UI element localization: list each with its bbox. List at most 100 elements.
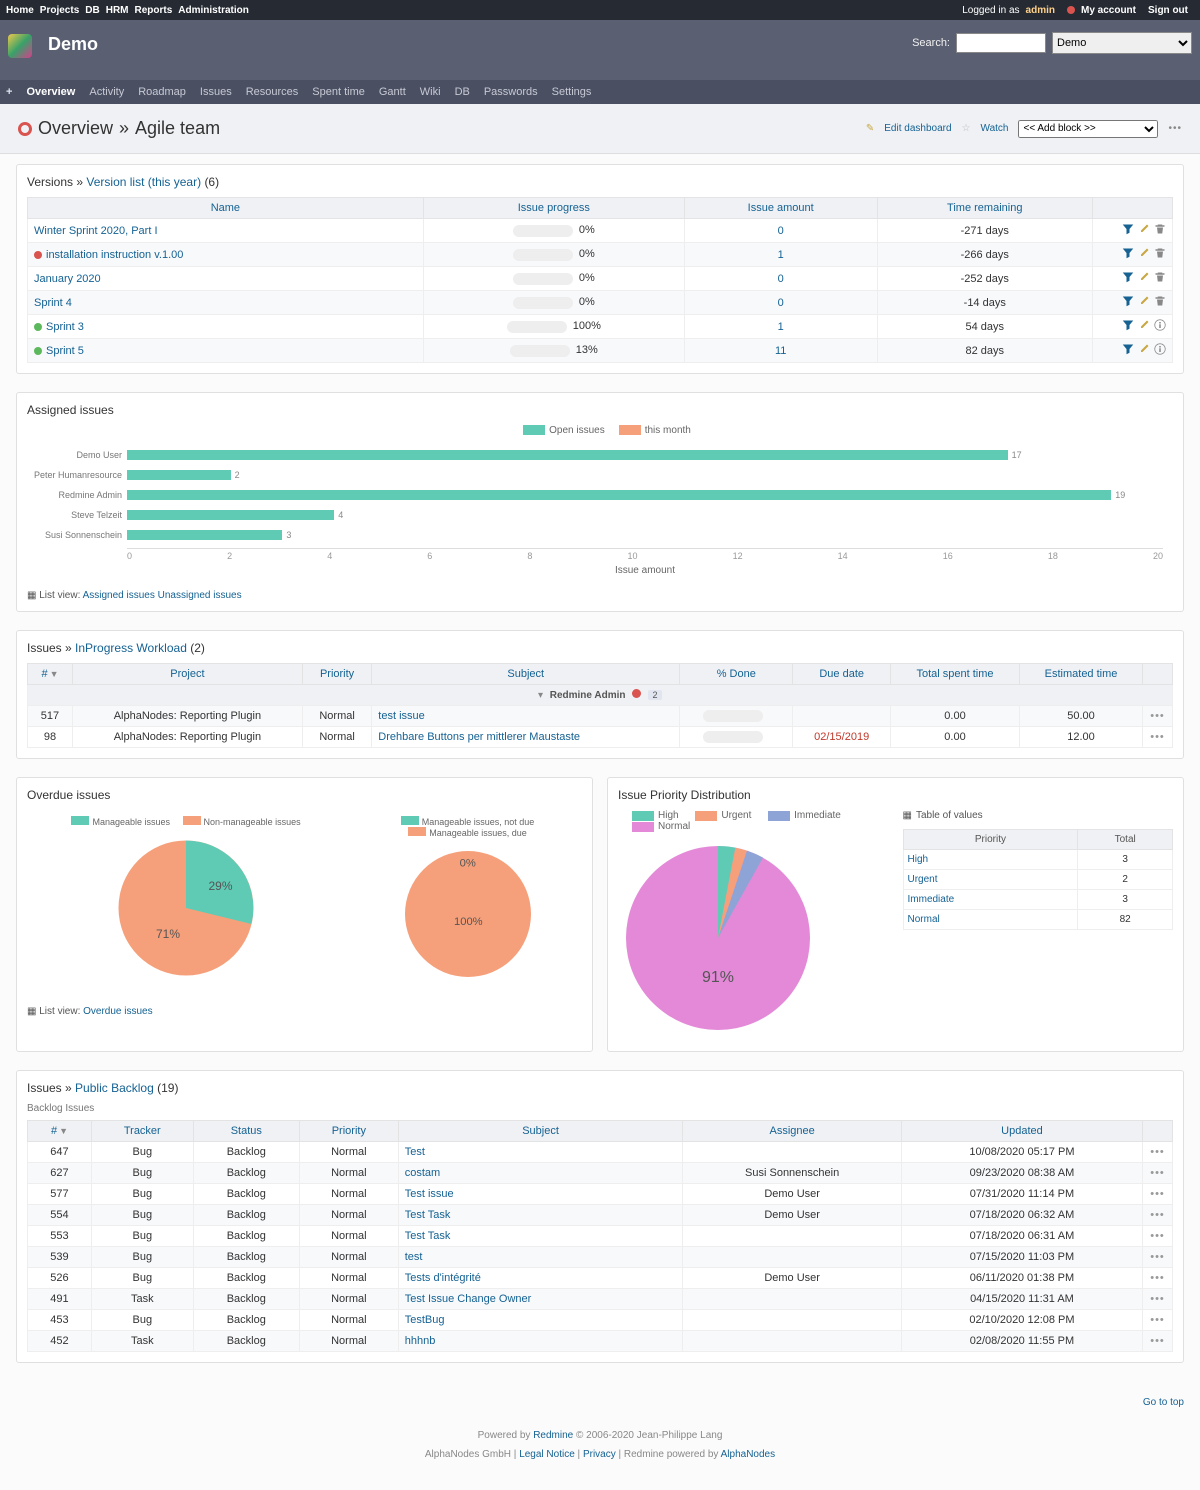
edit-icon[interactable] (1138, 223, 1150, 238)
edit-icon[interactable] (1138, 247, 1150, 262)
col-updated[interactable]: Updated (901, 1121, 1142, 1142)
add-block-select[interactable]: << Add block >> (1018, 120, 1158, 138)
filter-icon[interactable] (1122, 295, 1134, 310)
edit-icon[interactable] (1138, 343, 1150, 358)
overdue-issues-link[interactable]: Overdue issues (83, 1006, 152, 1017)
legal-notice-link[interactable]: Legal Notice (519, 1449, 575, 1460)
sign-out-link[interactable]: Sign out (1148, 5, 1188, 16)
filter-icon[interactable] (1122, 343, 1134, 358)
col--[interactable]: #▼ (28, 1121, 92, 1142)
remove-icon[interactable] (632, 689, 641, 698)
search-input[interactable] (956, 33, 1046, 53)
backlog-link[interactable]: Public Backlog (75, 1081, 154, 1095)
issue-subject-link[interactable]: Tests d'intégrité (405, 1272, 481, 1284)
info-icon[interactable] (1154, 319, 1166, 334)
workload-link[interactable]: InProgress Workload (75, 641, 187, 655)
priority-link[interactable]: High (908, 854, 929, 865)
filter-icon[interactable] (1122, 271, 1134, 286)
col-priority[interactable]: Priority (903, 830, 1078, 850)
issue-subject-link[interactable]: TestBug (405, 1314, 445, 1326)
issue-amount-link[interactable]: 0 (778, 225, 784, 237)
mainmenu-gantt[interactable]: Gantt (379, 86, 406, 98)
topmenu-reports[interactable]: Reports (135, 5, 173, 16)
row-actions-icon[interactable]: ••• (1143, 727, 1173, 748)
issue-subject-link[interactable]: Drehbare Buttons per mittlerer Maustaste (378, 731, 580, 743)
issue-subject-link[interactable]: costam (405, 1167, 440, 1179)
col-assignee[interactable]: Assignee (683, 1121, 902, 1142)
mainmenu-issues[interactable]: Issues (200, 86, 232, 98)
issue-subject-link[interactable]: Test (405, 1146, 425, 1158)
issue-amount-link[interactable]: 0 (778, 273, 784, 285)
col-issue progress[interactable]: Issue progress (423, 198, 684, 219)
version-link[interactable]: Sprint 3 (46, 321, 84, 333)
mainmenu-wiki[interactable]: Wiki (420, 86, 441, 98)
filter-icon[interactable] (1122, 247, 1134, 262)
mainmenu-passwords[interactable]: Passwords (484, 86, 538, 98)
delete-icon[interactable] (1154, 271, 1166, 286)
project-jump-select[interactable]: Demo (1052, 32, 1192, 54)
row-actions-icon[interactable]: ••• (1143, 1331, 1173, 1352)
version-link[interactable]: Sprint 4 (34, 297, 72, 309)
filter-icon[interactable] (1122, 319, 1134, 334)
col-total[interactable]: Total (1078, 830, 1173, 850)
listview-link[interactable]: Assigned issues (83, 590, 155, 601)
row-actions-icon[interactable]: ••• (1143, 1289, 1173, 1310)
mainmenu-roadmap[interactable]: Roadmap (138, 86, 186, 98)
priority-link[interactable]: Immediate (908, 894, 955, 905)
watch-link[interactable]: Watch (981, 123, 1009, 134)
col-issue amount[interactable]: Issue amount (684, 198, 877, 219)
issue-subject-link[interactable]: test issue (378, 710, 424, 722)
version-link[interactable]: Winter Sprint 2020, Part I (34, 225, 158, 237)
edit-icon[interactable] (1138, 271, 1150, 286)
more-actions-icon[interactable]: ••• (1168, 123, 1182, 134)
filter-icon[interactable] (1122, 223, 1134, 238)
col-project[interactable]: Project (72, 664, 302, 685)
col-due-date[interactable]: Due date (793, 664, 891, 685)
col-priority[interactable]: Priority (299, 1121, 398, 1142)
issue-subject-link[interactable]: Test Task (405, 1230, 451, 1242)
issue-amount-link[interactable]: 1 (778, 321, 784, 333)
topmenu-hrm[interactable]: HRM (106, 5, 129, 16)
row-actions-icon[interactable]: ••• (1143, 1142, 1173, 1163)
topmenu-projects[interactable]: Projects (40, 5, 79, 16)
row-actions-icon[interactable]: ••• (1143, 1226, 1173, 1247)
col-tracker[interactable]: Tracker (91, 1121, 193, 1142)
issue-subject-link[interactable]: Test issue (405, 1188, 454, 1200)
table-of-values-toggle[interactable]: ▦ Table of values (903, 810, 1174, 821)
issue-amount-link[interactable]: 1 (778, 249, 784, 261)
topmenu-administration[interactable]: Administration (178, 5, 249, 16)
row-actions-icon[interactable]: ••• (1143, 1247, 1173, 1268)
edit-dashboard-link[interactable]: Edit dashboard (884, 123, 951, 134)
edit-icon[interactable] (1138, 295, 1150, 310)
col-subject[interactable]: Subject (398, 1121, 683, 1142)
col-subject[interactable]: Subject (372, 664, 680, 685)
priority-link[interactable]: Urgent (908, 874, 938, 885)
delete-icon[interactable] (1154, 247, 1166, 262)
col--[interactable]: #▼ (28, 664, 73, 685)
mainmenu-settings[interactable]: Settings (552, 86, 592, 98)
topmenu-home[interactable]: Home (6, 5, 34, 16)
row-actions-icon[interactable]: ••• (1143, 706, 1173, 727)
listview-link[interactable]: Unassigned issues (158, 590, 242, 601)
col-estimated-time[interactable]: Estimated time (1020, 664, 1143, 685)
mainmenu-db[interactable]: DB (455, 86, 470, 98)
row-actions-icon[interactable]: ••• (1143, 1310, 1173, 1331)
row-actions-icon[interactable]: ••• (1143, 1268, 1173, 1289)
delete-icon[interactable] (1154, 295, 1166, 310)
version-list-link[interactable]: Version list (this year) (86, 175, 201, 189)
col-time remaining[interactable]: Time remaining (877, 198, 1092, 219)
topmenu-db[interactable]: DB (85, 5, 99, 16)
version-link[interactable]: installation instruction v.1.00 (46, 249, 183, 261)
privacy-link[interactable]: Privacy (583, 1449, 616, 1460)
add-icon[interactable]: + (6, 86, 12, 98)
issue-amount-link[interactable]: 0 (778, 297, 784, 309)
row-actions-icon[interactable]: ••• (1143, 1163, 1173, 1184)
mainmenu-activity[interactable]: Activity (89, 86, 124, 98)
mainmenu-spent time[interactable]: Spent time (312, 86, 365, 98)
my-account-link[interactable]: My account (1081, 5, 1136, 16)
row-actions-icon[interactable]: ••• (1143, 1184, 1173, 1205)
delete-icon[interactable] (1154, 223, 1166, 238)
mainmenu-resources[interactable]: Resources (246, 86, 299, 98)
edit-icon[interactable] (1138, 319, 1150, 334)
issue-subject-link[interactable]: test (405, 1251, 423, 1263)
